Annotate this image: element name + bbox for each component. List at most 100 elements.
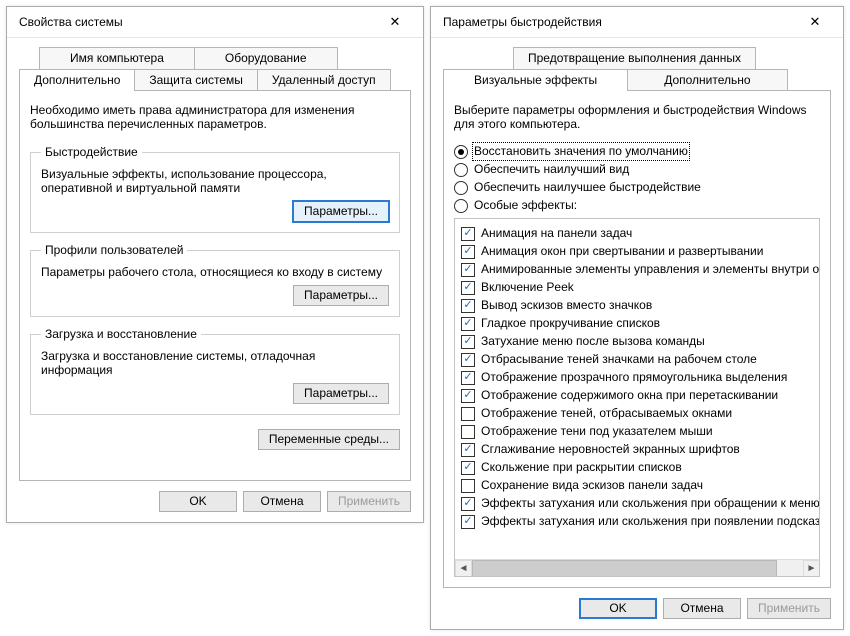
checkbox-icon[interactable] [461,281,475,295]
tab-system-protection[interactable]: Защита системы [134,69,257,91]
radio-option[interactable]: Особые эффекты: [454,198,820,213]
effect-item[interactable]: Затухание меню после вызова команды [461,334,819,349]
effect-item[interactable]: Эффекты затухания или скольжения при обр… [461,496,819,511]
ok-button[interactable]: OK [579,598,657,619]
checkbox-icon[interactable] [461,497,475,511]
radio-option[interactable]: Восстановить значения по умолчанию [454,144,820,159]
window-title: Параметры быстродействия [443,15,602,29]
tab-remote[interactable]: Удаленный доступ [257,69,391,91]
effect-item[interactable]: Включение Peek [461,280,819,295]
effect-label: Сохранение вида эскизов панели задач [481,478,703,493]
group-startup-recovery-legend: Загрузка и восстановление [41,327,201,341]
close-icon[interactable]: ✕ [795,8,835,36]
radio-icon [454,199,468,213]
tab-computer-name[interactable]: Имя компьютера [39,47,195,69]
effect-item[interactable]: Сглаживание неровностей экранных шрифтов [461,442,819,457]
tab-dep[interactable]: Предотвращение выполнения данных [513,47,756,69]
dialog-buttons: OK Отмена Применить [443,588,831,619]
checkbox-icon[interactable] [461,227,475,241]
group-user-profiles-text: Параметры рабочего стола, относящиеся ко… [41,265,389,279]
radio-icon [454,145,468,159]
checkbox-icon[interactable] [461,425,475,439]
effect-item[interactable]: Скольжение при раскрытии списков [461,460,819,475]
effect-item[interactable]: Гладкое прокручивание списков [461,316,819,331]
tab-advanced[interactable]: Дополнительно [627,69,787,91]
checkbox-icon[interactable] [461,389,475,403]
checkbox-icon[interactable] [461,407,475,421]
radio-option[interactable]: Обеспечить наилучшее быстродействие [454,180,820,195]
effect-label: Отображение теней, отбрасываемых окнами [481,406,732,421]
effect-label: Отображение прозрачного прямоугольника в… [481,370,787,385]
tab-hardware[interactable]: Оборудование [194,47,338,69]
effect-label: Сглаживание неровностей экранных шрифтов [481,442,740,457]
scroll-left-arrow-icon[interactable]: ◄ [455,560,472,577]
cancel-button[interactable]: Отмена [243,491,321,512]
effect-label: Анимация на панели задач [481,226,632,241]
checkbox-icon[interactable] [461,479,475,493]
effect-item[interactable]: Сохранение вида эскизов панели задач [461,478,819,493]
checkbox-icon[interactable] [461,353,475,367]
close-icon[interactable]: ✕ [375,8,415,36]
checkbox-icon[interactable] [461,263,475,277]
checkbox-icon[interactable] [461,371,475,385]
checkbox-icon[interactable] [461,299,475,313]
effect-item[interactable]: Отображение тени под указателем мыши [461,424,819,439]
startup-recovery-settings-button[interactable]: Параметры... [293,383,389,404]
tab-advanced[interactable]: Дополнительно [19,69,135,91]
effect-label: Анимированные элементы управления и элем… [481,262,819,277]
effect-item[interactable]: Отображение теней, отбрасываемых окнами [461,406,819,421]
checkbox-icon[interactable] [461,515,475,529]
performance-settings-button[interactable]: Параметры... [293,201,389,222]
effect-label: Скольжение при раскрытии списков [481,460,682,475]
apply-button[interactable]: Применить [747,598,831,619]
effect-label: Затухание меню после вызова команды [481,334,705,349]
effect-item[interactable]: Отображение прозрачного прямоугольника в… [461,370,819,385]
checkbox-icon[interactable] [461,245,475,259]
checkbox-icon[interactable] [461,317,475,331]
titlebar[interactable]: Свойства системы ✕ [7,7,423,38]
tab-row-upper: Предотвращение выполнения данных [443,46,831,68]
checkbox-icon[interactable] [461,443,475,457]
apply-button[interactable]: Применить [327,491,411,512]
ok-button[interactable]: OK [159,491,237,512]
admin-note: Необходимо иметь права администратора дл… [30,103,400,131]
effect-item[interactable]: Отбрасывание теней значками на рабочем с… [461,352,819,367]
horizontal-scrollbar[interactable]: ◄ ► [455,559,820,577]
effects-list[interactable]: Анимация на панели задач Анимация окон пр… [454,218,820,577]
environment-variables-button[interactable]: Переменные среды... [258,429,400,450]
scroll-track[interactable] [472,560,803,577]
dialog-buttons: OK Отмена Применить [19,481,411,512]
radio-label: Обеспечить наилучшее быстродействие [474,180,701,195]
effect-item[interactable]: Вывод эскизов вместо значков [461,298,819,313]
radio-label: Особые эффекты: [474,198,577,213]
radio-option[interactable]: Обеспечить наилучший вид [454,162,820,177]
effect-item[interactable]: Эффекты затухания или скольжения при поя… [461,514,819,529]
radio-icon [454,181,468,195]
group-performance-legend: Быстродействие [41,145,142,159]
tab-content-visual-effects: Выберите параметры оформления и быстроде… [443,90,831,588]
group-user-profiles: Профили пользователей Параметры рабочего… [30,243,400,317]
effect-item[interactable]: Отображение содержимого окна при перетас… [461,388,819,403]
cancel-button[interactable]: Отмена [663,598,741,619]
titlebar[interactable]: Параметры быстродействия ✕ [431,7,843,38]
tab-content-advanced: Необходимо иметь права администратора дл… [19,90,411,481]
scroll-thumb[interactable] [472,560,777,577]
radio-label: Обеспечить наилучший вид [474,162,629,177]
effect-label: Отбрасывание теней значками на рабочем с… [481,352,757,367]
effect-label: Вывод эскизов вместо значков [481,298,652,313]
checkbox-icon[interactable] [461,461,475,475]
effect-item[interactable]: Анимированные элементы управления и элем… [461,262,819,277]
effect-label: Эффекты затухания или скольжения при обр… [481,496,819,511]
checkbox-icon[interactable] [461,335,475,349]
group-performance-text: Визуальные эффекты, использование процес… [41,167,389,195]
intro-text: Выберите параметры оформления и быстроде… [454,103,820,131]
tab-row-upper: Имя компьютера Оборудование [19,46,411,68]
effect-label: Эффекты затухания или скольжения при поя… [481,514,819,529]
scroll-right-arrow-icon[interactable]: ► [803,560,820,577]
system-properties-window: Свойства системы ✕ Имя компьютера Оборуд… [6,6,424,523]
user-profiles-settings-button[interactable]: Параметры... [293,285,389,306]
effect-item[interactable]: Анимация окон при свертывании и разверты… [461,244,819,259]
effect-item[interactable]: Анимация на панели задач [461,226,819,241]
tab-visual-effects[interactable]: Визуальные эффекты [443,69,628,91]
window-title: Свойства системы [19,15,123,29]
